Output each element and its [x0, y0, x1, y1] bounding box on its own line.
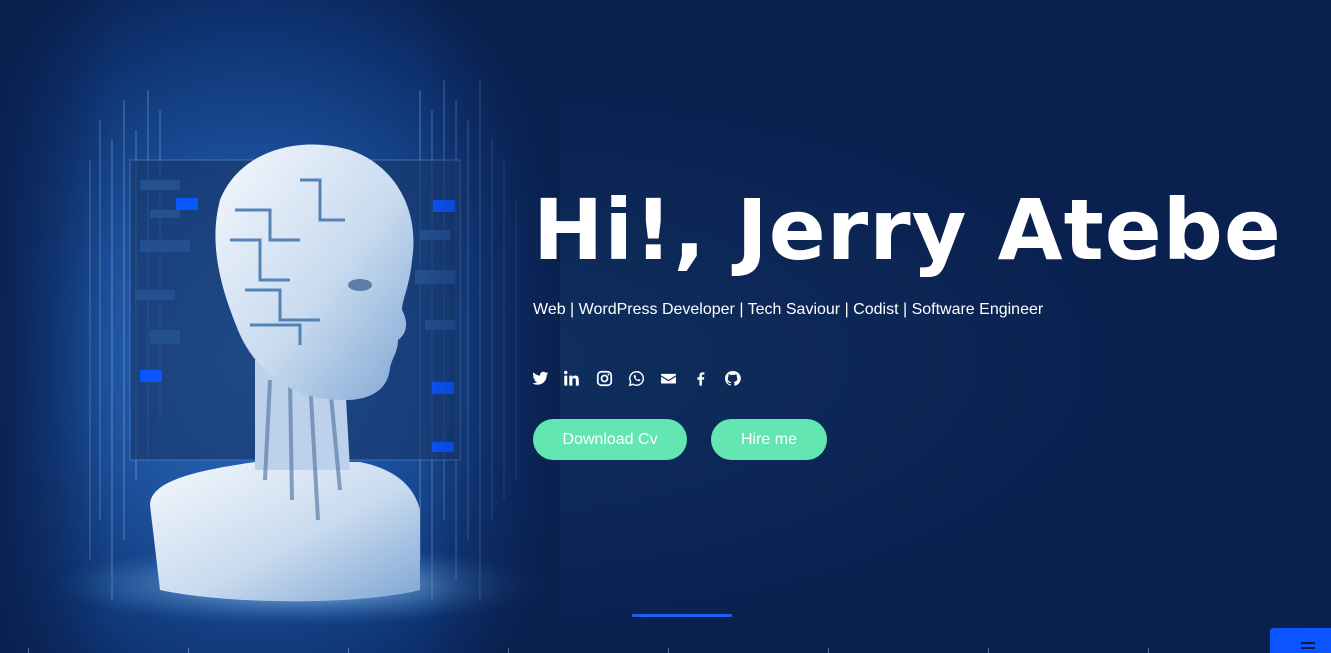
- email-icon[interactable]: [660, 368, 692, 388]
- hero-section: Hi!, Jerry Atebe Web | WordPress Develop…: [0, 0, 1331, 653]
- twitter-icon[interactable]: [532, 368, 564, 388]
- hero-title: Hi!, Jerry Atebe: [533, 181, 1282, 279]
- divider-tick: [188, 648, 348, 653]
- hero-text-block: Hi!, Jerry Atebe Web | WordPress Develop…: [533, 180, 1313, 320]
- github-icon[interactable]: [724, 368, 756, 388]
- instagram-icon[interactable]: [596, 368, 628, 388]
- download-cv-button[interactable]: Download Cv: [533, 419, 687, 460]
- divider-tick: [668, 648, 828, 653]
- hamburger-icon: [1301, 647, 1315, 649]
- hero-actions: Download Cv Hire me: [533, 419, 827, 460]
- social-links: [532, 368, 756, 388]
- facebook-icon[interactable]: [692, 368, 724, 388]
- divider-tick: [988, 648, 1148, 653]
- divider-tick: [508, 648, 668, 653]
- hero-subtitle: Web | WordPress Developer | Tech Saviour…: [533, 301, 1044, 318]
- divider-tick: [28, 648, 188, 653]
- divider-tick: [828, 648, 988, 653]
- hire-me-button[interactable]: Hire me: [711, 419, 827, 460]
- menu-toggle-button[interactable]: [1270, 628, 1331, 653]
- hero-illustration: [0, 0, 560, 653]
- scroll-indicator: [632, 614, 732, 617]
- hamburger-icon: [1301, 642, 1315, 644]
- whatsapp-icon[interactable]: [628, 368, 660, 388]
- linkedin-icon[interactable]: [564, 368, 596, 388]
- bottom-divider-strip: [0, 648, 1331, 653]
- divider-tick: [348, 648, 508, 653]
